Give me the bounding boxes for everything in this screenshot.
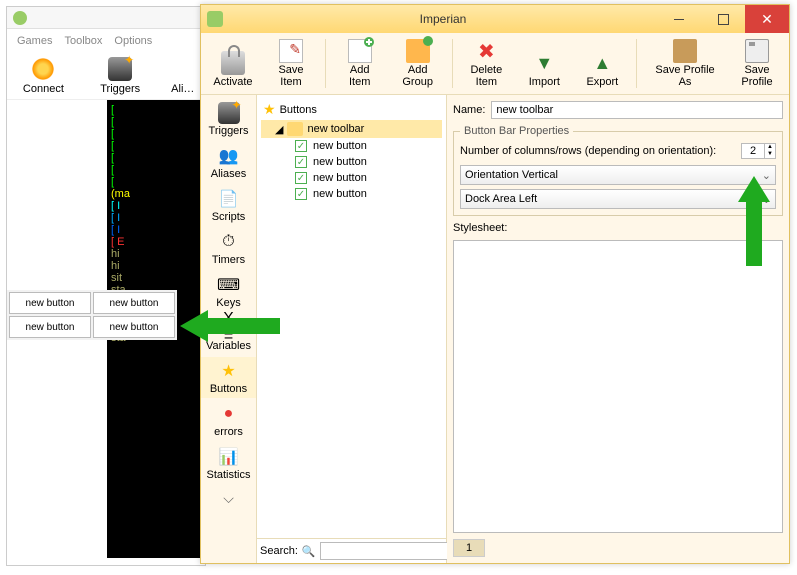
delete-item-button[interactable]: Delete Item	[460, 37, 512, 90]
lock-icon	[221, 51, 245, 75]
triggers-label: Triggers	[92, 83, 149, 95]
search-label: Search:	[260, 545, 298, 557]
keys-icon: ⌨	[218, 274, 240, 296]
user-button[interactable]: new button	[93, 292, 175, 314]
spin-down[interactable]: ▼	[765, 151, 775, 158]
nav-triggers[interactable]: Triggers	[201, 99, 256, 140]
main-window: Games Toolbox Options Connect Triggers A…	[6, 6, 206, 566]
close-button[interactable]	[745, 5, 789, 33]
main-toolbar: Connect Triggers Ali…	[7, 53, 205, 100]
checkbox-icon[interactable]: ✓	[295, 156, 307, 168]
save-profile-button[interactable]: Save Profile	[731, 37, 783, 90]
maximize-button[interactable]	[701, 5, 745, 33]
user-button[interactable]: new button	[9, 316, 91, 338]
app-icon	[13, 11, 27, 25]
connect-label: Connect	[15, 83, 72, 95]
editor-titlebar[interactable]: Imperian	[201, 5, 789, 33]
aliases-icon	[171, 57, 195, 81]
editor-title: Imperian	[229, 12, 657, 26]
folder-icon	[287, 122, 303, 136]
tree-root-buttons[interactable]: ★ Buttons	[261, 99, 442, 120]
user-button[interactable]: new button	[93, 316, 175, 338]
checkbox-icon[interactable]: ✓	[295, 140, 307, 152]
dock-combo[interactable]: Dock Area Left	[460, 189, 776, 209]
editor-toolbar: Activate Save Item Add Item Add Group De…	[201, 33, 789, 95]
annotation-arrow-left	[180, 306, 280, 346]
connect-icon	[31, 57, 55, 81]
main-titlebar	[7, 7, 205, 29]
user-button[interactable]: new button	[9, 292, 91, 314]
menu-games[interactable]: Games	[17, 35, 52, 47]
editor-window: Imperian Activate Save Item Add Item Add…	[200, 4, 790, 564]
minimize-button[interactable]	[657, 5, 701, 33]
properties-panel: Name: Button Bar Properties Number of co…	[447, 95, 789, 563]
save-item-button[interactable]: Save Item	[265, 37, 317, 90]
columns-input[interactable]	[742, 144, 764, 158]
tree-group-new-toolbar[interactable]: ◢ new toolbar	[261, 120, 442, 138]
delete-icon	[474, 39, 498, 63]
save-icon	[279, 39, 303, 63]
stylesheet-editor[interactable]	[453, 240, 783, 533]
tree-view[interactable]: ★ Buttons ◢ new toolbar ✓new button✓new …	[257, 95, 446, 538]
columns-spinbox[interactable]: ▲▼	[741, 143, 776, 159]
search-icon: 🔍	[302, 545, 316, 558]
orientation-combo[interactable]: Orientation Vertical	[460, 165, 776, 185]
star-icon: ★	[218, 360, 240, 382]
menu-options[interactable]: Options	[114, 35, 152, 47]
user-toolbar: new button new button new button new but…	[7, 290, 177, 340]
editor-app-icon	[207, 11, 223, 27]
nav-errors[interactable]: ●errors	[201, 400, 256, 441]
add-group-icon	[406, 39, 430, 63]
checkbox-icon[interactable]: ✓	[295, 188, 307, 200]
import-icon	[532, 51, 556, 75]
timers-icon: ⏱	[218, 231, 240, 253]
menu-toolbox[interactable]: Toolbox	[64, 35, 102, 47]
aliases-icon: 👥	[218, 145, 240, 167]
import-button[interactable]: Import	[518, 49, 570, 90]
name-input[interactable]	[491, 101, 783, 119]
columns-label: Number of columns/rows (depending on ori…	[460, 145, 735, 157]
activate-button[interactable]: Activate	[207, 49, 259, 90]
scripts-icon: 📄	[218, 188, 240, 210]
main-menubar: Games Toolbox Options	[7, 29, 205, 53]
aliases-label: Ali…	[169, 83, 197, 95]
annotation-arrow-up	[734, 176, 774, 266]
nav-scripts[interactable]: 📄Scripts	[201, 185, 256, 226]
floppy-icon	[745, 39, 769, 63]
chevron-down-icon[interactable]: ⌵	[223, 490, 234, 507]
add-item-icon	[348, 39, 372, 63]
triggers-icon	[218, 102, 240, 124]
save-as-icon	[673, 39, 697, 63]
star-icon: ★	[263, 101, 276, 118]
nav-buttons[interactable]: ★Buttons	[201, 357, 256, 398]
nav-timers[interactable]: ⏱Timers	[201, 228, 256, 269]
tree-item[interactable]: ✓new button	[261, 138, 442, 154]
fieldset-legend: Button Bar Properties	[460, 125, 573, 137]
stats-icon: 📊	[218, 446, 240, 468]
tree-item[interactable]: ✓new button	[261, 186, 442, 202]
save-profile-as-button[interactable]: Save Profile As	[645, 37, 725, 90]
error-icon: ●	[218, 403, 240, 425]
spin-up[interactable]: ▲	[765, 144, 775, 151]
search-input[interactable]	[320, 542, 464, 560]
search-bar: Search: 🔍 ⌄ ▶	[257, 538, 446, 563]
export-icon	[590, 51, 614, 75]
add-group-button[interactable]: Add Group	[392, 37, 444, 90]
checkbox-icon[interactable]: ✓	[295, 172, 307, 184]
add-item-button[interactable]: Add Item	[334, 37, 386, 90]
tree-item[interactable]: ✓new button	[261, 170, 442, 186]
name-label: Name:	[453, 104, 485, 116]
export-button[interactable]: Export	[576, 49, 628, 90]
tree-item[interactable]: ✓new button	[261, 154, 442, 170]
triggers-button[interactable]: Triggers	[92, 57, 149, 95]
aliases-button[interactable]: Ali…	[169, 57, 197, 95]
expand-icon[interactable]: ◢	[275, 123, 283, 136]
connect-button[interactable]: Connect	[15, 57, 72, 95]
nav-aliases[interactable]: 👥Aliases	[201, 142, 256, 183]
nav-statistics[interactable]: 📊Statistics	[201, 443, 256, 484]
tree-panel: ★ Buttons ◢ new toolbar ✓new button✓new …	[257, 95, 447, 563]
page-indicator: 1	[453, 539, 485, 557]
triggers-icon	[108, 57, 132, 81]
